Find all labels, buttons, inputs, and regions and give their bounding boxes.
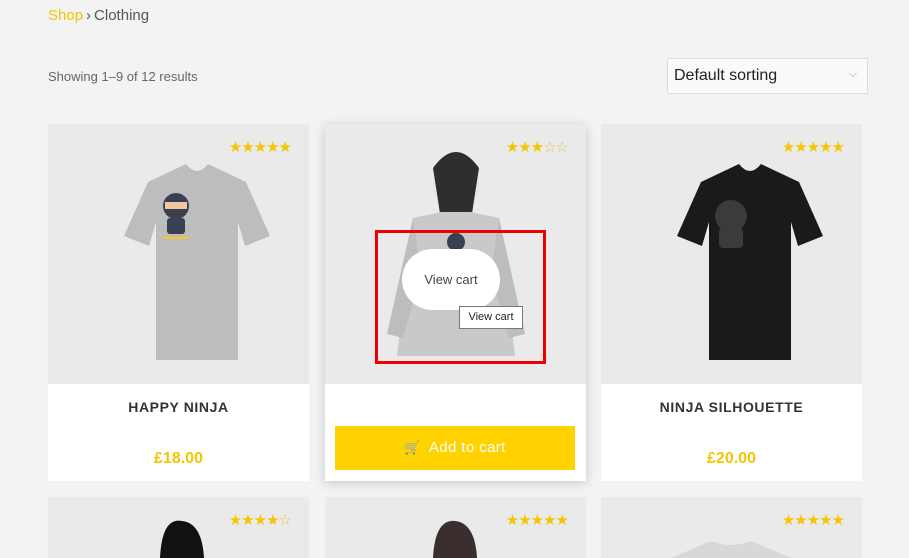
result-count: Showing 1–9 of 12 results — [48, 69, 198, 84]
rating-filled: ★★★★ — [228, 512, 280, 529]
product-card[interactable]: ★★★★☆ — [48, 497, 309, 558]
rating-stars: ★★★★★ — [505, 511, 569, 529]
product-image[interactable] — [601, 124, 862, 384]
sorting-select[interactable]: Default sorting ⌵ — [667, 58, 868, 94]
sorting-selected-value: Default sorting — [674, 67, 778, 84]
product-title[interactable]: NINJA SILHOUETTE — [601, 399, 862, 415]
rating-stars: ★★★★★ — [781, 511, 845, 529]
rating-empty: ☆☆ — [543, 139, 569, 156]
rating-filled: ★★★★★ — [505, 512, 569, 529]
product-card[interactable]: ★★★★★ NINJA SILHOUETTE £20.00 — [601, 124, 862, 481]
rating-filled: ★★★★★ — [781, 512, 845, 529]
tshirt-image — [124, 164, 270, 360]
product-title[interactable]: HAPPY NINJA — [48, 399, 309, 415]
add-to-cart-label: Add to cart — [428, 439, 506, 456]
rating-filled: ★★★ — [505, 139, 544, 156]
rating-stars: ★★★☆☆ — [505, 138, 569, 156]
breadcrumb-separator: › — [86, 7, 92, 24]
product-card[interactable]: ★★★★★ — [325, 497, 586, 558]
tshirt-image — [677, 164, 823, 360]
breadcrumb-current: Clothing — [94, 7, 150, 24]
rating-stars: ★★★★★ — [781, 138, 845, 156]
breadcrumb-shop-link[interactable]: Shop — [48, 7, 83, 24]
product-image[interactable] — [48, 124, 309, 384]
rating-stars: ★★★★★ — [228, 138, 292, 156]
rating-filled: ★★★★★ — [781, 139, 845, 156]
product-card[interactable]: ★★★★★ HAPPY NINJA £18.00 — [48, 124, 309, 481]
cart-icon: 🛒 — [404, 440, 421, 455]
highlight-box — [375, 230, 546, 364]
product-price: £20.00 — [707, 450, 756, 467]
rating-empty: ☆ — [278, 512, 292, 529]
add-to-cart-button[interactable]: 🛒 Add to cart — [335, 426, 575, 470]
chevron-down-icon: ⌵ — [848, 68, 857, 80]
breadcrumb: Shop › Clothing — [48, 7, 149, 24]
rating-filled: ★★★★★ — [228, 139, 292, 156]
product-card[interactable]: ★★★★★ — [601, 497, 862, 558]
rating-stars: ★★★★☆ — [228, 511, 292, 529]
product-price: £18.00 — [154, 450, 203, 467]
